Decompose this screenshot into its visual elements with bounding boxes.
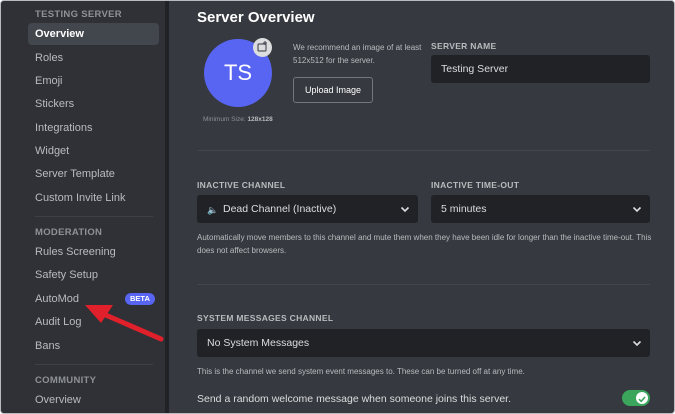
sidebar-item-emoji[interactable]: Emoji [28,70,159,92]
sidebar-item-community-overview[interactable]: Overview [28,389,159,411]
sidebar-heading-moderation: MODERATION [35,227,103,238]
sidebar-item-audit-log[interactable]: Audit Log [28,311,159,333]
inactive-channel-select[interactable]: 🔈 Dead Channel (Inactive) [197,195,418,223]
avatar-min-size: Minimum Size: 128x128 [203,116,273,123]
beta-badge: BETA [125,293,155,305]
sidebar-separator [35,216,153,217]
system-messages-label: SYSTEM MESSAGES CHANNEL [197,313,334,323]
chevron-down-icon [632,206,642,213]
sidebar-heading-community: COMMUNITY [35,375,97,386]
sidebar-heading-testing-server: TESTING SERVER [35,9,122,20]
server-name-input[interactable]: Testing Server [431,55,650,83]
sidebar-item-custom-invite-link[interactable]: Custom Invite Link [28,187,159,209]
chevron-down-icon [632,340,642,347]
sidebar-item-rules-screening[interactable]: Rules Screening [28,241,159,263]
section-divider [197,150,650,151]
image-upload-icon[interactable] [253,38,272,57]
chevron-down-icon [400,206,410,213]
settings-sidebar: TESTING SERVER Overview Roles Emoji Stic… [1,1,165,413]
app-window: TESTING SERVER Overview Roles Emoji Stic… [0,0,675,414]
server-name-label: SERVER NAME [431,41,497,51]
sidebar-item-automod-label: AutoMod [35,293,80,305]
speaker-icon: 🔈 [207,205,219,215]
sidebar-item-widget[interactable]: Widget [28,140,159,162]
sidebar-item-overview[interactable]: Overview [28,23,159,45]
inactive-timeout-select[interactable]: 5 minutes [431,195,650,223]
main-content: Server Overview TS Minimum Size: 128x128… [169,1,674,413]
inactive-help-text: Automatically move members to this chann… [197,233,652,255]
sidebar-item-integrations[interactable]: Integrations [28,117,159,139]
sidebar-item-roles[interactable]: Roles [28,47,159,69]
sidebar-item-automod[interactable]: AutoMod BETA [28,288,159,310]
system-messages-select[interactable]: No System Messages [197,329,650,357]
check-icon [638,396,646,403]
toggle-knob [636,392,648,404]
upload-image-button[interactable]: Upload Image [293,77,373,103]
welcome-message-toggle-label: Send a random welcome message when someo… [197,393,511,405]
section-divider [197,284,650,285]
sidebar-item-bans[interactable]: Bans [28,335,159,357]
welcome-message-toggle[interactable] [622,390,650,406]
sidebar-item-server-template[interactable]: Server Template [28,163,159,185]
sidebar-item-safety-setup[interactable]: Safety Setup [28,264,159,286]
sidebar-item-stickers[interactable]: Stickers [28,93,159,115]
image-recommendation-text: We recommend an image of at least 512x51… [293,43,422,65]
inactive-channel-label: INACTIVE CHANNEL [197,180,286,190]
inactive-timeout-label: INACTIVE TIME-OUT [431,180,520,190]
system-messages-help-text: This is the channel we send system event… [197,367,525,376]
page-title: Server Overview [197,9,315,26]
sidebar-separator [35,364,153,365]
